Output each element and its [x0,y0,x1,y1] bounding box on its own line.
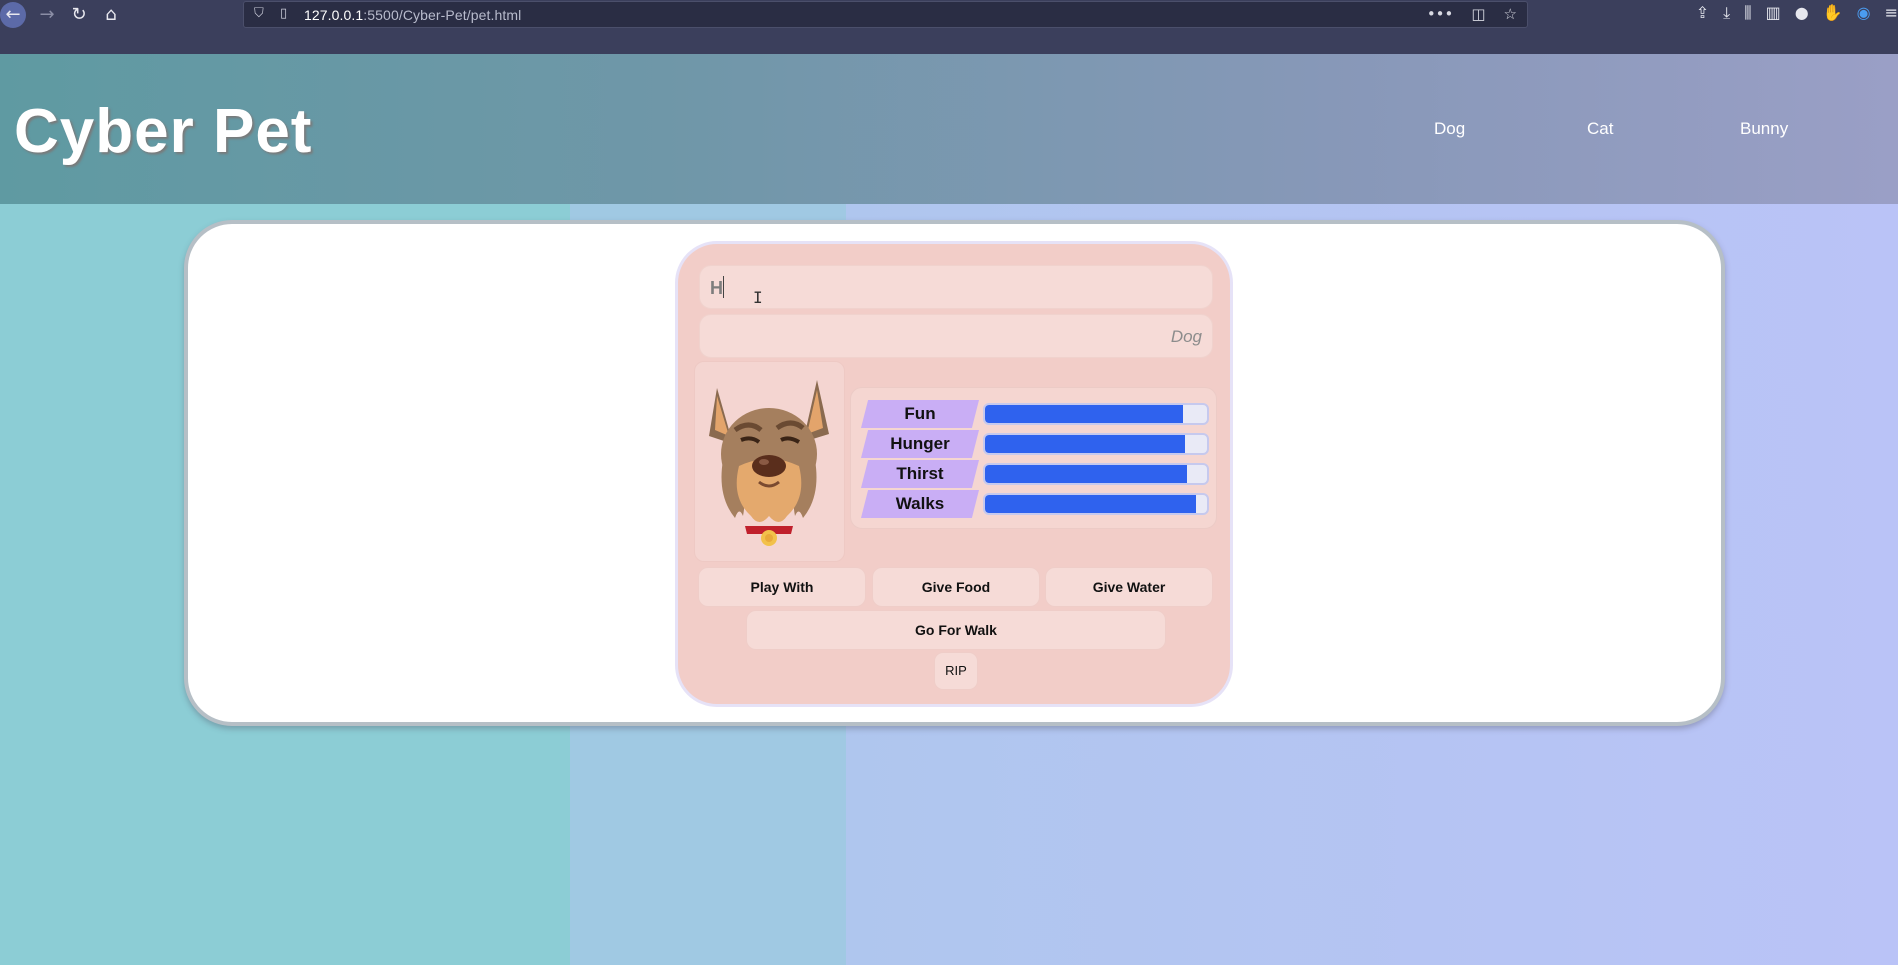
pet-name-input[interactable]: H [699,265,1213,309]
text-caret [723,276,724,298]
site-title: Cyber Pet [14,97,313,166]
pet-panel: H I Dog Fun Hunger Thirst Walks Play Wit… [675,241,1233,707]
back-icon[interactable]: ← [0,2,26,28]
stat-bar-fill [985,495,1196,513]
url-actions: ••• ◫ ☆ [1427,5,1517,23]
collections-icon[interactable]: ⇪ [1696,3,1709,23]
stat-row-fun: Fun [861,400,1211,428]
mouse-text-cursor-icon: I [753,288,763,307]
extension-icon[interactable]: ◉ [1857,3,1871,23]
stat-bar-track [983,463,1209,485]
stat-bar-fill [985,405,1183,423]
bookmark-star-icon[interactable]: ☆ [1504,5,1517,23]
pocket-icon[interactable]: ◫ [1471,5,1485,23]
account-icon[interactable]: ● [1795,3,1809,23]
stat-bar-fill [985,465,1188,483]
nav-link-bunny[interactable]: Bunny [1740,119,1788,139]
shield-icon: ⛉ [254,6,264,21]
stat-label: Walks [861,490,979,518]
stat-label: Thirst [861,460,979,488]
library-icon[interactable]: ⫼ [1744,3,1751,23]
nav-link-cat[interactable]: Cat [1587,119,1613,139]
url-bar[interactable]: ⛉ ▯ 127.0.0.1:5500/Cyber-Pet/pet.html ••… [243,1,1528,28]
pet-type-field[interactable]: Dog [699,314,1213,358]
pet-image-frame [694,361,845,562]
download-icon[interactable]: ⤓ [1723,3,1730,23]
forward-icon[interactable]: → [34,2,60,28]
reload-icon[interactable]: ↻ [66,2,92,28]
stat-row-hunger: Hunger [861,430,1211,458]
stat-bar-fill [985,435,1185,453]
toolbar-icons: ⇪ ⤓ ⫼ ▥ ● ✋ ◉ ≡ [1696,3,1898,23]
stop-hand-icon[interactable]: ✋ [1823,3,1843,23]
stat-row-thirst: Thirst [861,460,1211,488]
site-header: Cyber Pet Dog Cat Bunny [0,54,1898,204]
rip-button[interactable]: RIP [934,652,978,690]
url-host: 127.0.0.1 [304,7,364,23]
page-icon: ▯ [280,6,288,21]
home-icon[interactable]: ⌂ [98,2,124,28]
stat-bar-track [983,403,1209,425]
browser-toolbar: ← → ↻ ⌂ ⛉ ▯ 127.0.0.1:5500/Cyber-Pet/pet… [0,0,1898,54]
url-path: :5500/Cyber-Pet/pet.html [363,7,522,23]
give-food-button[interactable]: Give Food [872,567,1040,607]
url-text: 127.0.0.1:5500/Cyber-Pet/pet.html [304,7,521,23]
stat-bar-track [983,433,1209,455]
play-with-button[interactable]: Play With [698,567,866,607]
go-for-walk-button[interactable]: Go For Walk [746,610,1166,650]
sidebar-icon[interactable]: ▥ [1766,3,1781,23]
stat-label: Hunger [861,430,979,458]
menu-icon[interactable]: ≡ [1885,3,1898,23]
more-icon[interactable]: ••• [1427,5,1454,23]
nav-link-dog[interactable]: Dog [1434,119,1465,139]
stat-label: Fun [861,400,979,428]
pet-type-value: Dog [1170,327,1202,346]
stats-box: Fun Hunger Thirst Walks [850,387,1217,529]
stat-bar-track [983,493,1209,515]
stat-row-walks: Walks [861,490,1211,518]
give-water-button[interactable]: Give Water [1045,567,1213,607]
pet-name-value: H [710,278,723,298]
dog-icon [709,380,829,546]
